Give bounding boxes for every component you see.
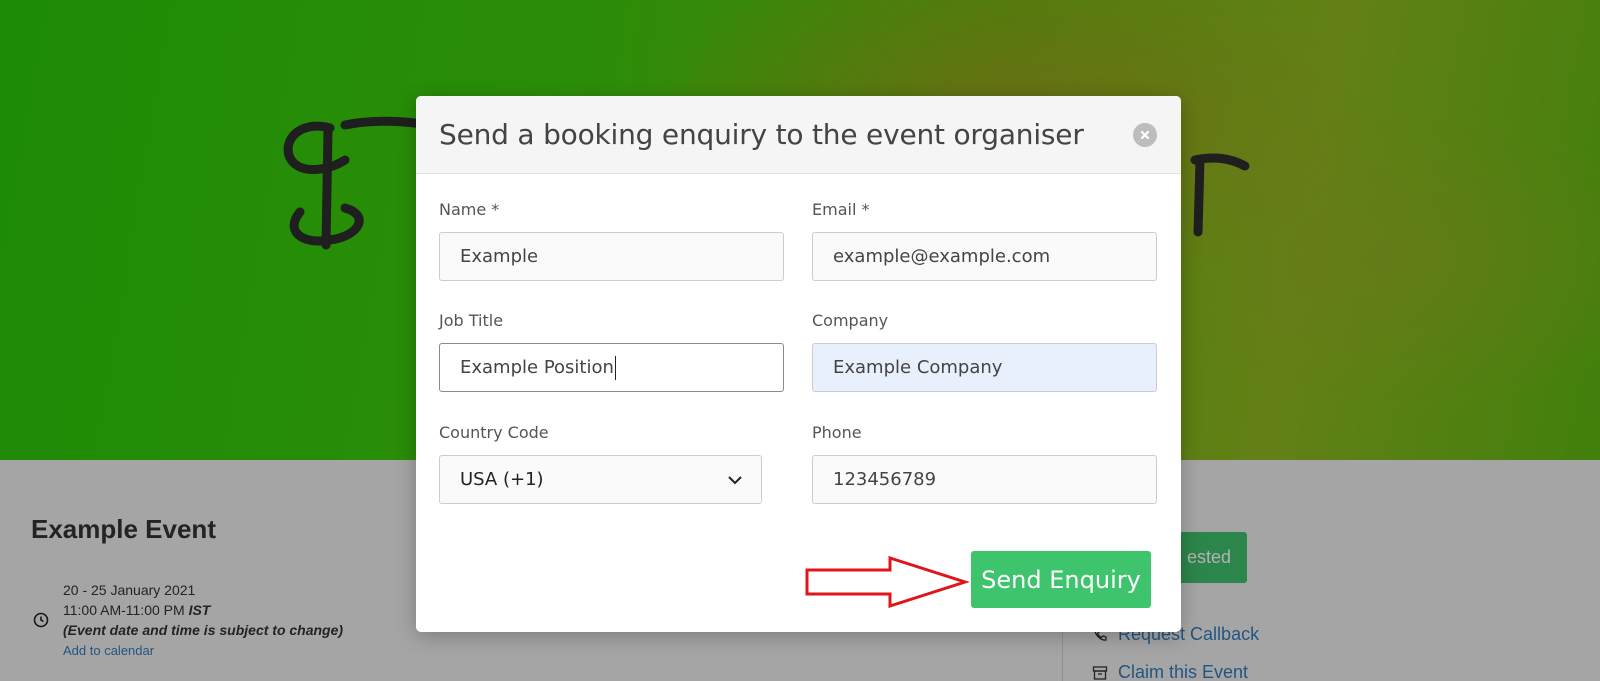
- email-value: example@example.com: [833, 246, 1051, 267]
- job-title-label: Job Title: [439, 311, 504, 330]
- country-code-select[interactable]: USA (+1): [439, 455, 762, 504]
- company-label: Company: [812, 311, 889, 330]
- job-title-value: Example Position: [460, 357, 614, 378]
- country-code-label: Country Code: [439, 423, 549, 442]
- country-code-value: USA (+1): [460, 469, 544, 490]
- close-icon: [1140, 130, 1150, 140]
- phone-field-group: Phone 123456789: [812, 423, 1157, 504]
- annotation-arrow-icon: [805, 556, 970, 608]
- name-label: Name *: [439, 200, 500, 219]
- name-field-group: Name * Example: [439, 200, 784, 281]
- chevron-down-icon: [728, 476, 742, 485]
- phone-input[interactable]: 123456789: [812, 455, 1157, 504]
- modal-title: Send a booking enquiry to the event orga…: [439, 118, 1084, 151]
- company-value: Example Company: [833, 357, 1003, 378]
- send-enquiry-button[interactable]: Send Enquiry: [971, 551, 1151, 608]
- name-value: Example: [460, 246, 539, 267]
- text-cursor: [614, 355, 616, 380]
- booking-enquiry-modal: Send a booking enquiry to the event orga…: [416, 96, 1181, 632]
- country-code-field-group: Country Code USA (+1): [439, 423, 762, 504]
- email-input[interactable]: example@example.com: [812, 232, 1157, 281]
- close-button[interactable]: [1133, 123, 1157, 147]
- email-label: Email *: [812, 200, 870, 219]
- email-field-group: Email * example@example.com: [812, 200, 1157, 281]
- job-title-field-group: Job Title Example Position: [439, 311, 784, 392]
- phone-label: Phone: [812, 423, 862, 442]
- company-field-group: Company Example Company: [812, 311, 1157, 392]
- phone-value: 123456789: [833, 469, 937, 490]
- job-title-input[interactable]: Example Position: [439, 343, 784, 392]
- name-input[interactable]: Example: [439, 232, 784, 281]
- modal-header: Send a booking enquiry to the event orga…: [416, 96, 1181, 174]
- company-input[interactable]: Example Company: [812, 343, 1157, 392]
